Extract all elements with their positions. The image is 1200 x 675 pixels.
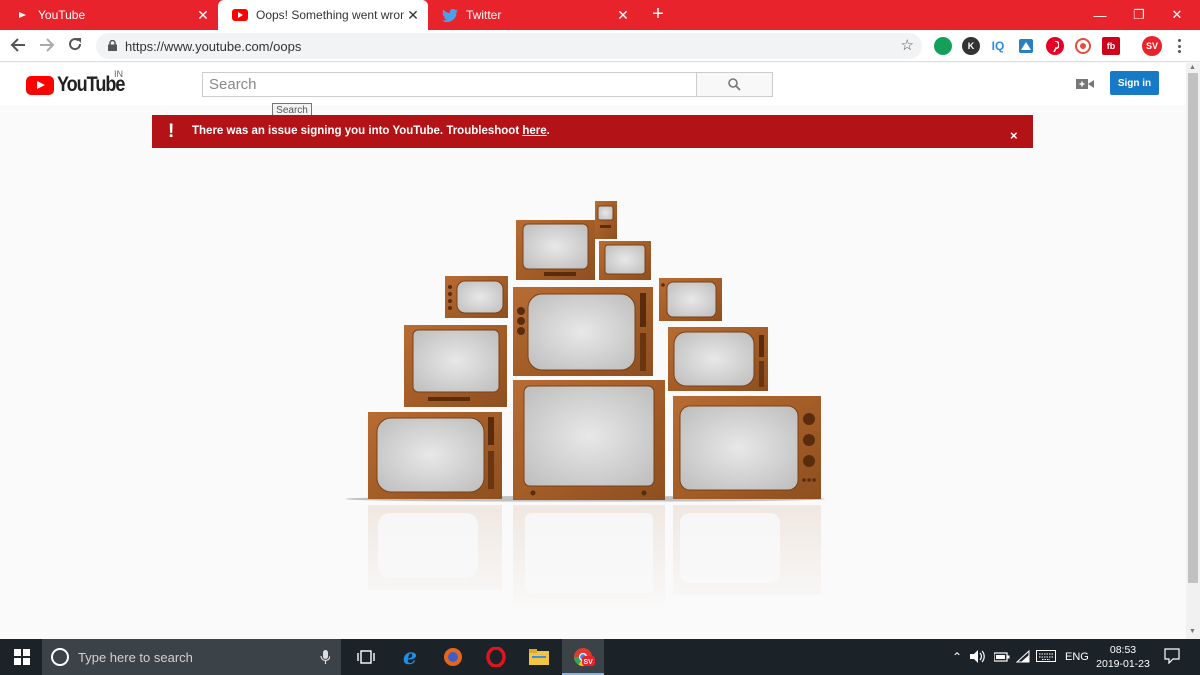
troubleshoot-link[interactable]: here bbox=[522, 125, 546, 137]
youtube-play-icon bbox=[26, 75, 54, 95]
tab-oops[interactable]: Oops! Something went wrong. - ✕ bbox=[218, 0, 428, 30]
edge-browser-icon[interactable]: e bbox=[400, 644, 420, 670]
page-scrollbar[interactable]: ▲ ▼ bbox=[1186, 63, 1200, 639]
tv-middle-right bbox=[668, 327, 768, 391]
language-indicator[interactable]: ENG bbox=[1065, 651, 1089, 663]
youtube-logo[interactable]: YouTube IN bbox=[26, 69, 135, 97]
tv-center-large bbox=[513, 287, 653, 376]
tab-title: Twitter bbox=[466, 8, 502, 22]
sign-in-alert: ! There was an issue signing you into Yo… bbox=[152, 115, 1033, 148]
scrollbar-thumb[interactable] bbox=[1188, 73, 1198, 583]
bookmark-star-icon[interactable]: ☆ bbox=[901, 36, 914, 54]
chrome-icon: SV bbox=[574, 648, 595, 667]
fb-extension-icon[interactable]: fb bbox=[1102, 37, 1120, 55]
volume-icon[interactable] bbox=[970, 650, 986, 666]
svg-text:SV: SV bbox=[584, 659, 594, 666]
tv-top-tiny bbox=[595, 201, 617, 239]
tv-bottom-left bbox=[368, 412, 502, 499]
k-extension-icon[interactable]: K bbox=[962, 37, 980, 55]
tv-top-right bbox=[599, 241, 651, 280]
alert-message-text: There was an issue signing you into YouT… bbox=[192, 125, 523, 137]
tv-middle-left bbox=[404, 325, 507, 407]
battery-icon[interactable] bbox=[993, 652, 1010, 665]
scroll-down-icon[interactable]: ▼ bbox=[1189, 628, 1196, 635]
opera-icon[interactable] bbox=[486, 647, 506, 667]
url-text: https://www.youtube.com/oops bbox=[125, 39, 302, 54]
tab-title: YouTube bbox=[38, 8, 86, 22]
cortana-icon bbox=[51, 648, 69, 666]
taskbar-search-placeholder: Type here to search bbox=[78, 650, 193, 665]
back-arrow-icon[interactable] bbox=[7, 35, 29, 57]
firefox-icon[interactable] bbox=[443, 647, 463, 667]
search-button[interactable] bbox=[696, 72, 773, 97]
search-placeholder: Search bbox=[209, 76, 257, 93]
search-icon bbox=[728, 78, 741, 91]
taskbar-chrome-active[interactable]: SV bbox=[562, 639, 604, 675]
notifications-icon[interactable] bbox=[1164, 648, 1180, 667]
tab-close-icon[interactable]: ✕ bbox=[614, 7, 632, 24]
scroll-up-icon[interactable]: ▲ bbox=[1189, 64, 1196, 71]
tab-close-icon[interactable]: ✕ bbox=[194, 7, 212, 24]
youtube-header: YouTube IN Search Sign in bbox=[0, 63, 1186, 105]
taskbar-clock[interactable]: 08:53 2019-01-23 bbox=[1095, 643, 1151, 671]
clock-date: 2019-01-23 bbox=[1096, 658, 1150, 670]
twitter-bird-icon bbox=[442, 7, 458, 23]
target-extension-icon[interactable] bbox=[1074, 37, 1092, 55]
alert-close-icon[interactable]: × bbox=[1010, 128, 1018, 143]
tab-twitter[interactable]: Twitter ✕ bbox=[428, 0, 638, 30]
tv-top-left bbox=[516, 220, 595, 280]
alert-message: There was an issue signing you into YouT… bbox=[192, 125, 550, 137]
alert-exclamation-icon: ! bbox=[168, 121, 175, 142]
browser-toolbar: https://www.youtube.com/oops ☆ K IQ fb S… bbox=[0, 30, 1200, 62]
upload-video-icon[interactable] bbox=[1076, 77, 1094, 91]
browser-tab-strip: YouTube ✕ Oops! Something went wrong. - … bbox=[0, 0, 1200, 30]
new-tab-button[interactable]: + bbox=[648, 3, 668, 26]
tab-close-icon[interactable]: ✕ bbox=[404, 7, 422, 24]
file-explorer-icon[interactable] bbox=[529, 647, 549, 667]
close-window-button[interactable]: ✕ bbox=[1154, 0, 1200, 30]
tray-chevron-icon[interactable]: ⌃ bbox=[952, 650, 962, 664]
windows-taskbar: Type here to search e SV ⌃ ENG 08:53 201… bbox=[0, 639, 1200, 675]
triangle-extension-icon[interactable] bbox=[1017, 37, 1035, 55]
taskbar-search-box[interactable]: Type here to search bbox=[42, 639, 341, 675]
keyboard-icon[interactable] bbox=[1036, 650, 1056, 665]
iq-extension-icon[interactable]: IQ bbox=[989, 37, 1007, 55]
alert-message-end: . bbox=[546, 125, 550, 137]
reload-icon[interactable] bbox=[64, 35, 86, 57]
sign-in-button[interactable]: Sign in bbox=[1110, 71, 1159, 95]
broken-tv-stack-illustration bbox=[340, 201, 840, 615]
sv-extension-icon[interactable]: SV bbox=[1142, 36, 1162, 56]
tab-title: Oops! Something went wrong. - bbox=[256, 8, 404, 22]
tv-bottom-right bbox=[673, 396, 821, 499]
forward-arrow-icon[interactable] bbox=[36, 35, 58, 57]
tv-upper-right bbox=[659, 278, 722, 321]
clock-time: 08:53 bbox=[1109, 644, 1137, 656]
tab-youtube[interactable]: YouTube ✕ bbox=[0, 0, 218, 30]
search-input[interactable]: Search bbox=[202, 72, 697, 97]
windows-start-icon[interactable] bbox=[12, 647, 32, 667]
pinterest-extension-icon[interactable] bbox=[1046, 37, 1064, 55]
tv-upper-left bbox=[445, 276, 508, 318]
lock-icon bbox=[108, 40, 117, 51]
youtube-favicon-icon bbox=[232, 7, 248, 23]
region-code: IN bbox=[114, 69, 123, 79]
microphone-icon[interactable] bbox=[320, 650, 331, 670]
grammarly-extension-icon[interactable] bbox=[934, 37, 952, 55]
tv-bottom-center bbox=[513, 380, 665, 500]
address-bar[interactable]: https://www.youtube.com/oops ☆ bbox=[96, 33, 922, 59]
wifi-icon[interactable] bbox=[1015, 649, 1030, 666]
browser-menu-icon[interactable] bbox=[1174, 37, 1184, 55]
youtube-favicon-icon bbox=[14, 7, 30, 23]
task-view-icon[interactable] bbox=[356, 647, 376, 667]
